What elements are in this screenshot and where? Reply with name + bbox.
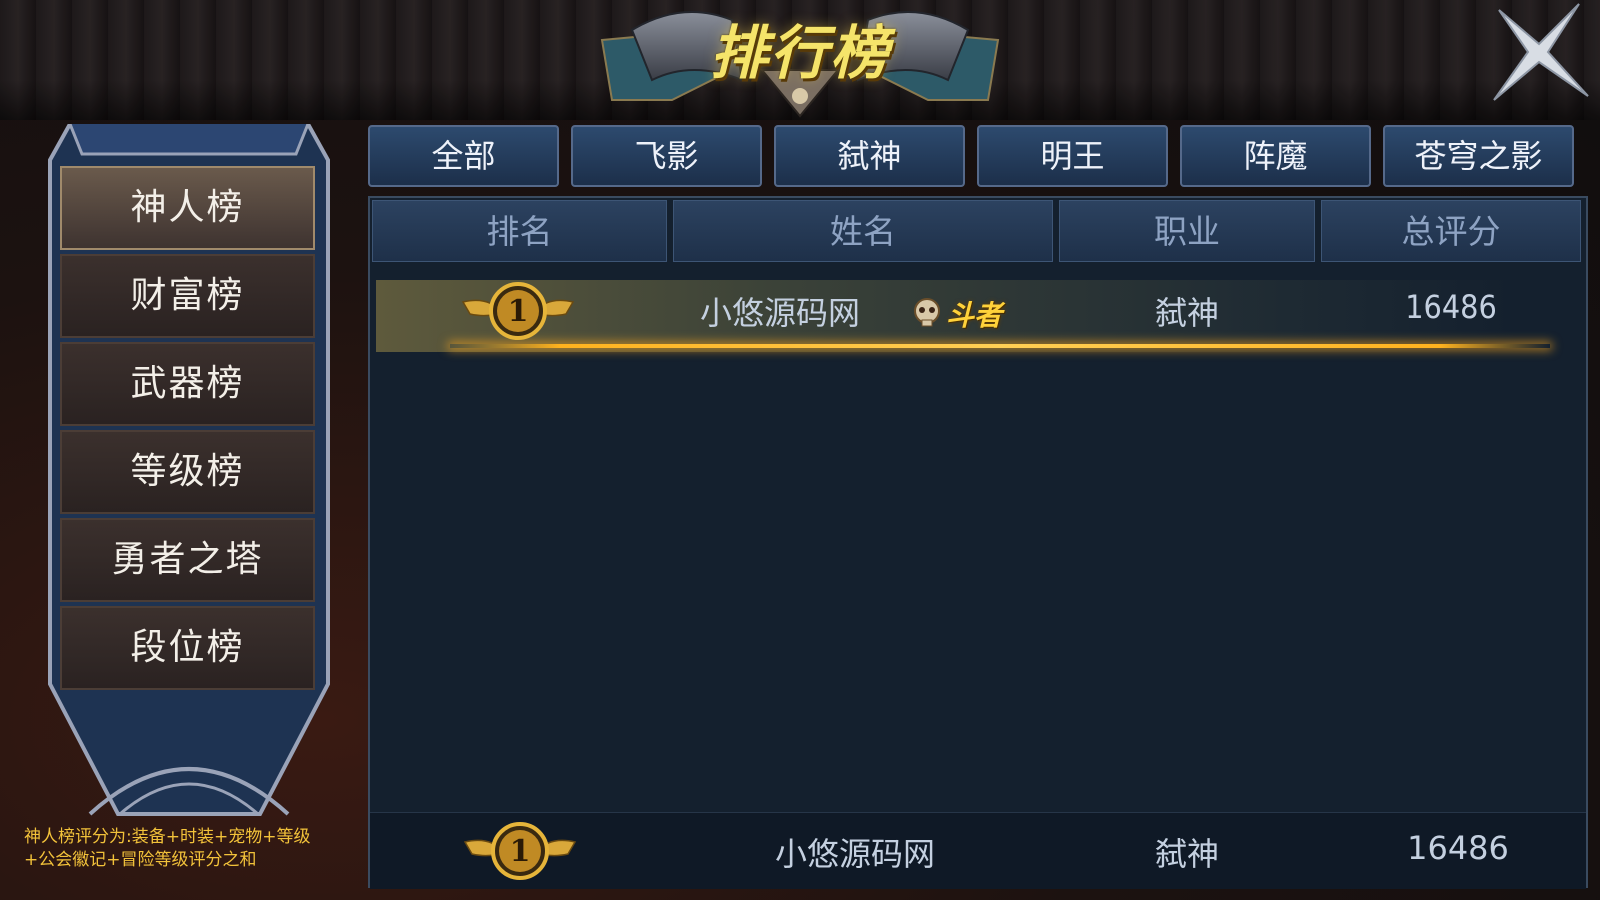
header-name: 姓名 — [673, 200, 1053, 262]
sidebar-item-tower[interactable]: 勇者之塔 — [60, 518, 315, 602]
rank-medal-icon: 1 — [461, 282, 575, 340]
tab-shishen[interactable]: 弑神 — [774, 125, 965, 187]
rank-number: 1 — [508, 294, 529, 329]
skull-icon — [914, 298, 940, 327]
sidebar-item-rank-tier[interactable]: 段位榜 — [60, 606, 315, 690]
tab-zhenmo[interactable]: 阵魔 — [1180, 125, 1371, 187]
ranking-note: 神人榜评分为:装备+时装+宠物+等级 +公会徽记+冒险等级评分之和 — [24, 826, 364, 872]
close-button[interactable] — [1484, 0, 1594, 104]
tab-cangqiong[interactable]: 苍穹之影 — [1383, 125, 1574, 187]
player-title-tag: 斗者 — [946, 299, 1003, 332]
title-emblem: 排行榜 — [592, 0, 1008, 118]
page-title: 排行榜 — [709, 19, 890, 87]
player-job: 弑神 — [1154, 294, 1219, 332]
ranking-table: 排名 姓名 职业 总评分 1 小悠源码网 斗者 弑神 16486 1 小悠源码网… — [368, 196, 1588, 889]
tab-feiying[interactable]: 飞影 — [571, 125, 762, 187]
player-score: 16486 — [1405, 288, 1497, 326]
my-rank-medal-icon: 1 — [463, 822, 577, 880]
header-rank: 排名 — [372, 200, 667, 262]
sidebar-item-wealth[interactable]: 财富榜 — [60, 254, 315, 338]
ranking-note-line1: 神人榜评分为:装备+时装+宠物+等级 — [24, 827, 311, 847]
row-glow-line — [450, 344, 1550, 348]
sidebar-item-level[interactable]: 等级榜 — [60, 430, 315, 514]
my-rank-number: 1 — [510, 834, 531, 869]
my-score: 16486 — [1407, 829, 1509, 867]
my-name: 小悠源码网 — [774, 835, 935, 873]
header-job: 职业 — [1059, 200, 1315, 262]
my-rank-row: 1 小悠源码网 弑神 16486 — [370, 812, 1586, 889]
tab-all[interactable]: 全部 — [368, 125, 559, 187]
header-score: 总评分 — [1321, 200, 1581, 262]
sidebar: 神人榜 财富榜 武器榜 等级榜 勇者之塔 段位榜 — [30, 124, 348, 840]
player-name: 小悠源码网 — [699, 294, 860, 332]
sidebar-item-shenren[interactable]: 神人榜 — [60, 166, 315, 250]
my-job: 弑神 — [1154, 835, 1219, 873]
tab-mingwang[interactable]: 明王 — [977, 125, 1168, 187]
sidebar-item-weapon[interactable]: 武器榜 — [60, 342, 315, 426]
ranking-note-line2: +公会徽记+冒险等级评分之和 — [24, 850, 257, 870]
close-icon — [1493, 3, 1589, 101]
